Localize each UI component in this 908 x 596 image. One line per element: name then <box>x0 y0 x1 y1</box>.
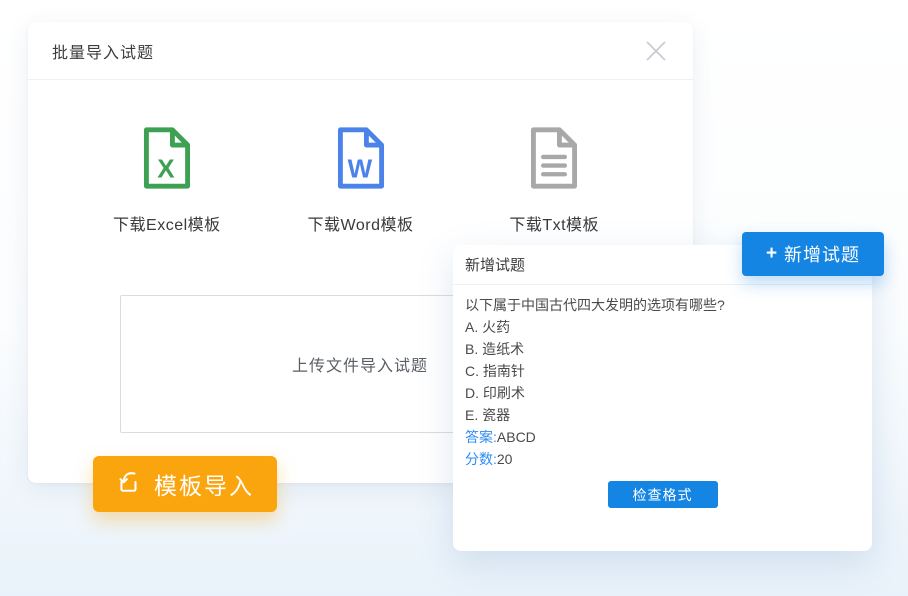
question-text: 以下属于中国古代四大发明的选项有哪些? <box>465 297 725 313</box>
score-line: 分数:20 <box>465 448 860 470</box>
download-word-template[interactable]: W 下载Word模板 <box>264 126 458 235</box>
answer-value: ABCD <box>496 429 536 445</box>
import-icon <box>116 469 142 500</box>
template-import-label: 模板导入 <box>154 473 254 499</box>
question-option: A. 火药 <box>465 319 511 335</box>
question-option: D. 印刷术 <box>465 385 525 401</box>
svg-text:X: X <box>157 154 175 184</box>
question-option: B. 造纸术 <box>465 341 525 357</box>
add-question-button[interactable]: + 新增试题 <box>742 232 884 276</box>
page: 批量导入试题 X 下载Excel模板 W 下载Word模板 下载Txt模板 上传… <box>0 0 908 596</box>
check-format-button[interactable]: 检查格式 <box>607 481 718 508</box>
txt-file-icon <box>528 126 580 195</box>
close-icon[interactable] <box>643 38 669 64</box>
download-txt-template[interactable]: 下载Txt模板 <box>457 126 651 235</box>
upload-dropzone-label: 上传文件导入试题 <box>291 358 428 375</box>
panel-title: 新增试题 <box>465 257 526 274</box>
modal-header: 批量导入试题 <box>28 22 693 80</box>
score-label: 分数: <box>465 451 497 467</box>
question-option: C. 指南针 <box>465 363 525 379</box>
question-option: E. 瓷器 <box>465 407 511 423</box>
modal-title: 批量导入试题 <box>52 44 155 62</box>
add-question-panel: 新增试题 以下属于中国古代四大发明的选项有哪些? A. 火药 B. 造纸术 C.… <box>453 245 872 551</box>
plus-icon: + <box>765 243 779 264</box>
panel-body: 以下属于中国古代四大发明的选项有哪些? A. 火药 B. 造纸术 C. 指南针 … <box>453 285 872 508</box>
score-value: 20 <box>496 451 513 467</box>
add-question-label: 新增试题 <box>784 245 861 265</box>
word-file-icon: W <box>335 126 387 195</box>
download-excel-label: 下载Excel模板 <box>113 217 221 234</box>
excel-file-icon: X <box>141 126 193 195</box>
answer-line: 答案:ABCD <box>465 426 860 448</box>
download-excel-template[interactable]: X 下载Excel模板 <box>70 126 264 235</box>
template-download-row: X 下载Excel模板 W 下载Word模板 下载Txt模板 <box>28 80 693 235</box>
template-import-button[interactable]: 模板导入 <box>93 456 277 512</box>
download-word-label: 下载Word模板 <box>307 217 414 234</box>
download-txt-label: 下载Txt模板 <box>509 217 600 234</box>
svg-text:W: W <box>347 154 372 184</box>
answer-label: 答案: <box>465 429 497 445</box>
